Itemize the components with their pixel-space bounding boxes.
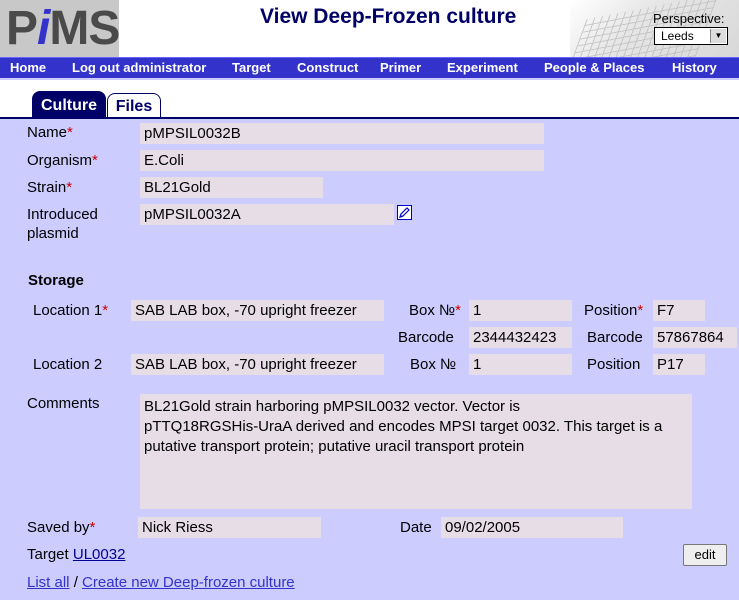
create-new-link[interactable]: Create new Deep-frozen culture xyxy=(82,574,295,591)
nav-experiment[interactable]: Experiment xyxy=(447,58,518,78)
plasmid-field: pMPSIL0032A xyxy=(140,204,394,225)
position1-label: Position* xyxy=(584,302,644,319)
strain-label: Strain* xyxy=(27,179,73,196)
saved-by-label: Saved by* xyxy=(27,519,96,536)
perspective-value: Leeds xyxy=(661,29,694,43)
name-field: pMPSIL0032B xyxy=(140,123,544,144)
dropdown-arrow-icon[interactable]: ▼ xyxy=(710,29,726,43)
box-barcode-field: 2344432423 xyxy=(469,327,572,348)
target-row: Target UL0032 xyxy=(27,546,125,563)
nav-primer[interactable]: Primer xyxy=(380,58,421,78)
position2-label: Position xyxy=(587,356,641,373)
organism-label: Organism* xyxy=(27,152,98,169)
page-title: View Deep-Frozen culture xyxy=(260,5,517,28)
header: PiMS View Deep-Frozen culture Perspectiv… xyxy=(0,0,739,57)
location2-field: SAB LAB box, -70 upright freezer xyxy=(131,354,384,375)
tab-files[interactable]: Files xyxy=(107,93,161,118)
position-barcode-field: 57867864 xyxy=(653,327,737,348)
plasmid-label-2: plasmid xyxy=(27,225,79,242)
date-label: Date xyxy=(400,519,432,536)
strain-field: BL21Gold xyxy=(140,177,323,198)
box-barcode-label: Barcode xyxy=(398,329,454,346)
comments-label: Comments xyxy=(27,395,100,412)
plasmid-label-1: Introduced xyxy=(27,206,98,223)
comments-line: putative transport protein; putative ura… xyxy=(144,438,525,455)
nav-history[interactable]: History xyxy=(672,58,717,78)
position1-field: F7 xyxy=(653,300,705,321)
box2-field: 1 xyxy=(469,354,572,375)
location1-label: Location 1* xyxy=(33,302,109,319)
comments-field: BL21Gold strain harboring pMPSIL0032 vec… xyxy=(140,394,692,509)
list-all-link[interactable]: List all xyxy=(27,574,70,591)
edit-button[interactable]: edit xyxy=(683,544,727,566)
link-separator: / xyxy=(73,574,78,591)
box1-label: Box №* xyxy=(409,302,461,319)
nav-people-places[interactable]: People & Places xyxy=(544,58,644,78)
name-label: Name* xyxy=(27,124,73,141)
saved-by-field: Nick Riess xyxy=(138,517,321,538)
location1-field: SAB LAB box, -70 upright freezer xyxy=(131,300,384,321)
tab-divider xyxy=(0,117,739,119)
nav-home[interactable]: Home xyxy=(10,58,46,78)
target-label: Target xyxy=(27,546,69,563)
position2-field: P17 xyxy=(653,354,705,375)
tab-culture[interactable]: Culture xyxy=(32,91,106,118)
nav-construct[interactable]: Construct xyxy=(297,58,358,78)
target-link[interactable]: UL0032 xyxy=(73,546,126,563)
comments-line: pTTQ18RGSHis-UraA derived and encodes MP… xyxy=(144,418,663,435)
perspective-label: Perspective: xyxy=(653,11,725,26)
position-barcode-label: Barcode xyxy=(587,329,643,346)
storage-heading: Storage xyxy=(28,272,84,289)
organism-field: E.Coli xyxy=(140,150,544,171)
perspective-select[interactable]: Leeds ▼ xyxy=(654,27,728,45)
logo-text: PiMS xyxy=(6,2,120,55)
edit-plasmid-icon[interactable] xyxy=(397,205,412,220)
comments-line: BL21Gold strain harboring pMPSIL0032 vec… xyxy=(144,398,521,415)
nav-target[interactable]: Target xyxy=(232,58,271,78)
location2-label: Location 2 xyxy=(33,356,103,373)
box2-label: Box № xyxy=(410,356,457,373)
pims-logo[interactable]: PiMS xyxy=(0,0,120,57)
footer-links: List all / Create new Deep-frozen cultur… xyxy=(27,574,295,591)
box1-field: 1 xyxy=(469,300,572,321)
date-field: 09/02/2005 xyxy=(441,517,623,538)
nav-logout[interactable]: Log out administrator xyxy=(72,58,206,78)
main-nav: Home Log out administrator Target Constr… xyxy=(0,57,739,78)
